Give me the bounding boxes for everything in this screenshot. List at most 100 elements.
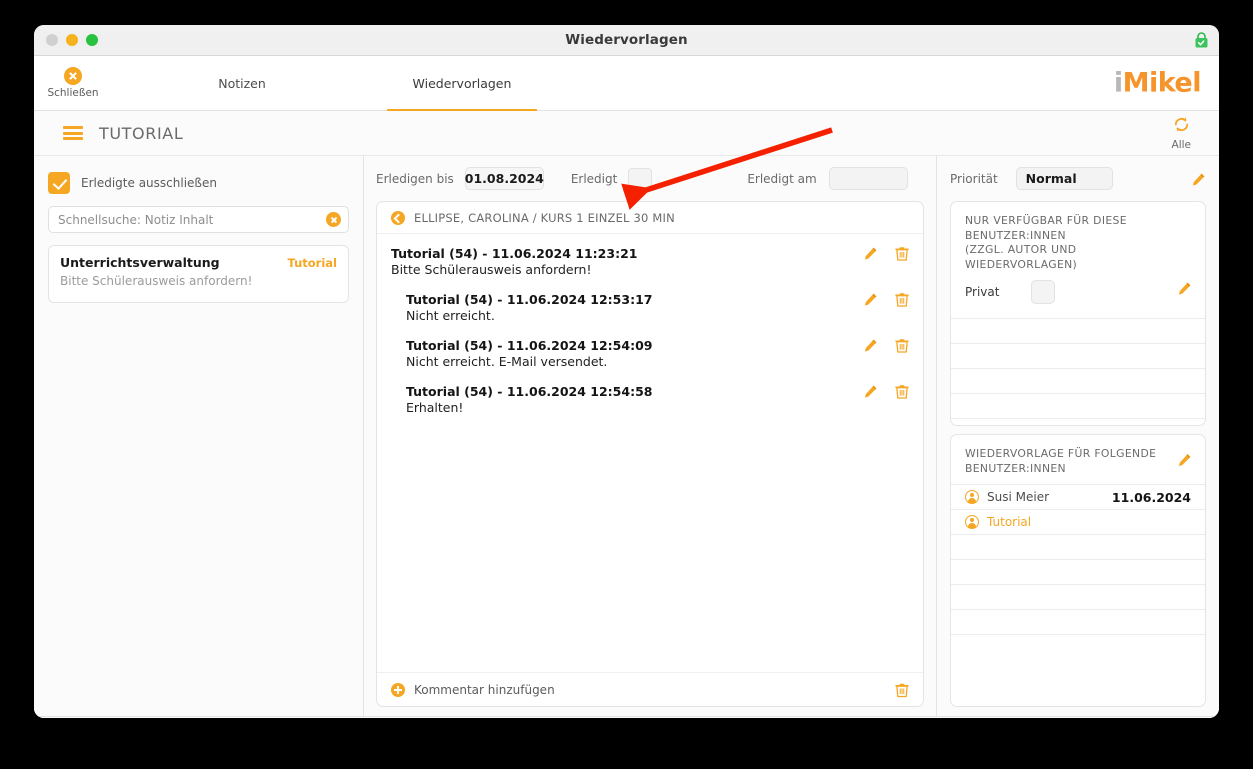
empty-row	[951, 368, 1205, 393]
comment-text: Nicht erreicht.	[406, 308, 495, 323]
window-controls	[46, 34, 98, 46]
close-module-button[interactable]: Schließen	[34, 56, 112, 110]
empty-row	[951, 559, 1205, 584]
private-row: Privat	[951, 280, 1205, 318]
module-bar: TUTORIAL Alle	[34, 111, 1219, 156]
trash-icon[interactable]	[895, 384, 909, 399]
clear-circle-icon[interactable]	[326, 212, 341, 227]
pencil-icon[interactable]	[863, 384, 878, 399]
empty-row	[951, 393, 1205, 418]
comment-panel: ELLIPSE, CAROLINA / KURS 1 EINZEL 30 MIN…	[376, 201, 924, 707]
status-bar: Gefunden: 1 / Gesamt: 17 Leseberechtigun…	[34, 716, 1219, 718]
due-date-field[interactable]: 01.08.2024	[465, 167, 544, 190]
pencil-icon[interactable]	[863, 338, 878, 353]
priority-field[interactable]: Normal	[1015, 167, 1113, 190]
trash-icon[interactable]	[895, 682, 909, 697]
empty-row	[951, 534, 1205, 559]
minimize-window-button[interactable]	[66, 34, 78, 46]
exclude-done-checkbox[interactable]	[48, 172, 70, 194]
exclude-done-row[interactable]: Erledigte ausschließen	[48, 166, 349, 200]
person-icon	[965, 515, 979, 530]
private-label: Privat	[965, 285, 1000, 300]
search-placeholder: Schnellsuche: Notiz Inhalt	[58, 212, 214, 227]
trash-icon[interactable]	[895, 338, 909, 353]
due-date-label: Erledigen bis	[376, 171, 454, 186]
zoom-window-button[interactable]	[86, 34, 98, 46]
private-access-panel: NUR VERFÜGBAR FÜR DIESE BENUTZER:INNEN (…	[950, 201, 1206, 426]
comment-text: Bitte Schülerausweis anfordern!	[391, 262, 592, 277]
main-body: Erledigte ausschließen Schnellsuche: Not…	[34, 156, 1219, 716]
comment-item: Tutorial (54) - 11.06.2024 12:54:09 Nich…	[377, 338, 923, 369]
comment-text: Erhalten!	[406, 400, 464, 415]
pencil-icon[interactable]	[1177, 452, 1192, 467]
user-date: 11.06.2024	[1111, 489, 1191, 505]
comment-header: Tutorial (54) - 11.06.2024 11:23:21	[391, 246, 638, 261]
assigned-users-heading: WIEDERVORLAGE FÜR FOLGENDE BENUTZER:INNE…	[951, 435, 1205, 484]
empty-row	[951, 634, 1205, 659]
comment-actions	[863, 292, 909, 307]
done-label: Erledigt	[570, 171, 618, 186]
list-item[interactable]: Tutorial	[951, 509, 1205, 534]
comment-text: Nicht erreicht. E-Mail versendet.	[406, 354, 608, 369]
private-access-heading: NUR VERFÜGBAR FÜR DIESE BENUTZER:INNEN (…	[951, 202, 1205, 280]
done-checkbox[interactable]	[628, 168, 653, 189]
empty-row	[951, 609, 1205, 634]
private-checkbox[interactable]	[1031, 280, 1055, 305]
tab-notizen-label: Notizen	[218, 75, 266, 91]
imikel-logo: iMikel	[1113, 67, 1202, 99]
logo-suffix: Mikel	[1122, 67, 1202, 99]
comment-header: Tutorial (54) - 11.06.2024 12:54:58	[406, 384, 653, 399]
right-sidebar: Priorität Normal NUR VERFÜGBAR FÜR DIESE…	[937, 156, 1219, 716]
pencil-icon[interactable]	[863, 292, 878, 307]
add-comment-row[interactable]: Kommentar hinzufügen	[377, 672, 923, 706]
comment-actions	[863, 384, 909, 399]
list-item[interactable]: Susi Meier 11.06.2024	[951, 484, 1205, 509]
search-input[interactable]: Schnellsuche: Notiz Inhalt	[48, 206, 349, 233]
pencil-icon[interactable]	[1177, 281, 1192, 296]
private-access-heading-line2: (ZZGL. AUTOR UND WIEDERVORLAGEN)	[965, 243, 1078, 271]
assigned-users-heading-line1: WIEDERVORLAGE FÜR FOLGENDE	[965, 447, 1157, 460]
pencil-icon[interactable]	[1191, 172, 1206, 187]
close-module-label: Schließen	[47, 87, 99, 99]
close-window-button[interactable]	[46, 34, 58, 46]
priority-label: Priorität	[950, 171, 998, 186]
left-sidebar: Erledigte ausschließen Schnellsuche: Not…	[34, 156, 372, 716]
title-bar: Wiedervorlagen	[34, 25, 1219, 56]
user-name: Susi Meier	[987, 490, 1050, 505]
done-at-label: Erledigt am	[747, 171, 817, 186]
tab-notizen[interactable]: Notizen	[167, 56, 317, 110]
comment-item: Tutorial (54) - 11.06.2024 12:54:58 Erha…	[377, 384, 923, 415]
comment-actions	[863, 338, 909, 353]
refresh-all-button[interactable]: Alle	[1172, 115, 1191, 151]
hamburger-icon[interactable]	[63, 126, 83, 140]
close-x-circle-icon	[64, 67, 82, 85]
context-breadcrumb[interactable]: ELLIPSE, CAROLINA / KURS 1 EINZEL 30 MIN	[377, 202, 923, 234]
list-item[interactable]: Unterrichtsverwaltung Tutorial Bitte Sch…	[48, 245, 349, 303]
context-label: ELLIPSE, CAROLINA / KURS 1 EINZEL 30 MIN	[414, 210, 675, 225]
empty-row	[951, 584, 1205, 609]
trash-icon[interactable]	[895, 246, 909, 261]
private-access-heading-line1: NUR VERFÜGBAR FÜR DIESE BENUTZER:INNEN	[965, 214, 1127, 242]
comment-header: Tutorial (54) - 11.06.2024 12:53:17	[406, 292, 653, 307]
plus-circle-icon[interactable]	[391, 682, 405, 697]
note-tag: Tutorial	[287, 256, 337, 270]
pencil-icon[interactable]	[863, 246, 878, 261]
trash-icon[interactable]	[895, 292, 909, 307]
logo-prefix: i	[1113, 67, 1123, 99]
back-circle-icon[interactable]	[391, 210, 405, 225]
comment-actions	[863, 246, 909, 261]
refresh-all-label: Alle	[1171, 139, 1191, 151]
center-panel: Erledigen bis 01.08.2024 Erledigt Erledi…	[364, 156, 937, 716]
done-at-field[interactable]	[828, 167, 908, 190]
person-icon	[965, 490, 979, 505]
user-name: Tutorial	[987, 515, 1032, 530]
note-title: Unterrichtsverwaltung	[60, 255, 220, 270]
tab-wiedervorlagen[interactable]: Wiedervorlagen	[387, 56, 537, 111]
note-subtitle: Bitte Schülerausweis anfordern!	[60, 274, 253, 288]
comment-item: Tutorial (54) - 11.06.2024 11:23:21 Bitt…	[377, 246, 923, 277]
comment-header: Tutorial (54) - 11.06.2024 12:54:09	[406, 338, 653, 353]
add-comment-label: Kommentar hinzufügen	[414, 682, 555, 697]
app-window: Wiedervorlagen Schließen Notizen Wiederv…	[34, 25, 1219, 718]
empty-row	[951, 343, 1205, 368]
center-toolbar: Erledigen bis 01.08.2024 Erledigt Erledi…	[376, 156, 924, 201]
